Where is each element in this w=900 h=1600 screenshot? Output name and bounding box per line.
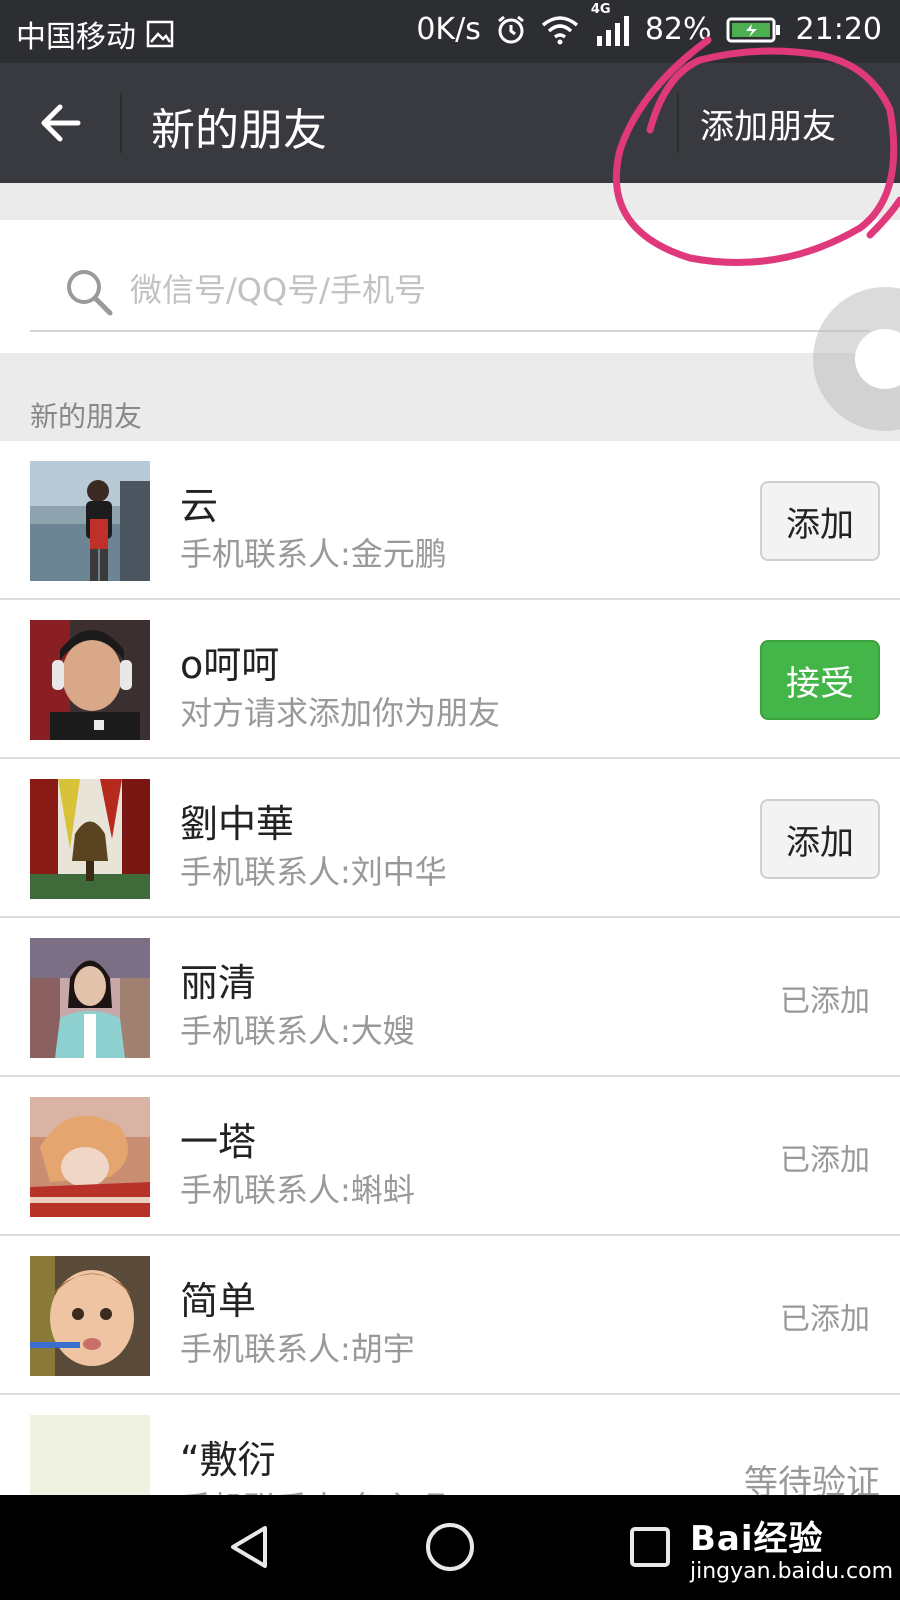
status-bar: 中国移动 0K/s 4G 82% 21:20 [0, 0, 900, 63]
friend-row[interactable]: o呵呵 对方请求添加你为朋友 接受 [0, 600, 900, 759]
friend-row[interactable]: “敷衍 手机联系人:鱼主呢 等待验证 [0, 1395, 900, 1495]
avatar [30, 620, 150, 740]
header-divider [120, 93, 122, 153]
add-button[interactable]: 添加 [760, 481, 880, 561]
battery-percent: 82% [644, 12, 712, 47]
network-type-label: 4G [590, 1, 611, 17]
status-left: 中国移动 [16, 12, 174, 56]
search-underline [30, 330, 870, 332]
friend-row[interactable]: 云 手机联系人:金元鹏 添加 [0, 441, 900, 600]
circle-home-icon [426, 1523, 474, 1571]
clock-time: 21:20 [795, 12, 882, 47]
baidu-watermark: Bai经验 jingyan.baidu.com [690, 1505, 894, 1595]
accept-button[interactable]: 接受 [760, 640, 880, 720]
search-bar [0, 220, 900, 353]
carrier-label: 中国移动 [16, 20, 136, 55]
square-recent-icon [630, 1527, 670, 1567]
friend-name: 简单 [180, 1279, 257, 1323]
friend-request-list: 云 手机联系人:金元鹏 添加 o呵呵 对方请求添加你为朋友 接受 劉中華 手机联… [0, 441, 900, 1495]
friend-name: 劉中華 [180, 802, 295, 846]
friend-subtitle: 手机联系人:鱼主呢 [180, 1483, 447, 1495]
friend-subtitle: 对方请求添加你为朋友 [180, 694, 501, 732]
search-input[interactable] [128, 264, 812, 316]
added-status: 已添加 [780, 1143, 870, 1178]
search-top-spacer [0, 183, 900, 220]
nav-back-button[interactable] [218, 1515, 282, 1579]
avatar [30, 1256, 150, 1376]
add-friend-button[interactable]: 添加朋友 [700, 99, 836, 148]
gallery-notification-icon [146, 20, 174, 48]
pending-status: 等待验证 [744, 1463, 880, 1495]
avatar [30, 1097, 150, 1217]
network-speed: 0K/s [416, 12, 481, 47]
alarm-icon [495, 14, 527, 46]
battery-charging-icon [726, 16, 782, 44]
page-title: 新的朋友 [151, 105, 327, 156]
added-status: 已添加 [780, 1302, 870, 1337]
friend-row[interactable]: 劉中華 手机联系人:刘中华 添加 [0, 759, 900, 918]
avatar [30, 779, 150, 899]
watermark-brand: Bai经验 [690, 1519, 824, 1559]
back-button[interactable] [30, 93, 90, 153]
wifi-icon [541, 15, 579, 45]
section-header: 新的朋友 [0, 353, 900, 441]
arrow-left-icon [41, 104, 81, 142]
friend-name: 云 [180, 484, 219, 528]
nav-home-button[interactable] [418, 1515, 482, 1579]
friend-subtitle: 手机联系人:蝌蚪 [180, 1171, 415, 1209]
friend-subtitle: 手机联系人:胡宇 [180, 1330, 415, 1368]
friend-name: 丽清 [180, 961, 257, 1005]
friend-row[interactable]: 一塔 手机联系人:蝌蚪 已添加 [0, 1077, 900, 1236]
added-status: 已添加 [780, 984, 870, 1019]
watermark-url: jingyan.baidu.com [690, 1559, 894, 1584]
status-right: 0K/s 4G 82% 21:20 [416, 2, 882, 48]
friend-name: o呵呵 [180, 643, 280, 687]
add-button[interactable]: 添加 [760, 799, 880, 879]
app-header: 新的朋友 添加朋友 [0, 63, 900, 183]
friend-row[interactable]: 简单 手机联系人:胡宇 已添加 [0, 1236, 900, 1395]
friend-name: 一塔 [180, 1120, 257, 1164]
friend-name: “敷衍 [180, 1438, 276, 1482]
new-friends-screen: 中国移动 0K/s 4G 82% 21:20 新的朋友 添加朋友 微信号/QQ号… [0, 0, 900, 1600]
friend-subtitle: 手机联系人:大嫂 [180, 1012, 415, 1050]
avatar [30, 461, 150, 581]
floating-assist-dot [855, 329, 900, 389]
friend-subtitle: 手机联系人:金元鹏 [180, 535, 447, 573]
search-icon [67, 270, 113, 316]
header-divider-right [677, 93, 679, 153]
section-title: 新的朋友 [30, 400, 143, 433]
avatar [30, 938, 150, 1058]
triangle-back-icon [231, 1526, 267, 1568]
avatar [30, 1415, 150, 1495]
friend-subtitle: 手机联系人:刘中华 [180, 853, 447, 891]
friend-row[interactable]: 丽清 手机联系人:大嫂 已添加 [0, 918, 900, 1077]
nav-recent-button[interactable] [618, 1515, 682, 1579]
cell-signal-icon: 4G [591, 2, 631, 46]
